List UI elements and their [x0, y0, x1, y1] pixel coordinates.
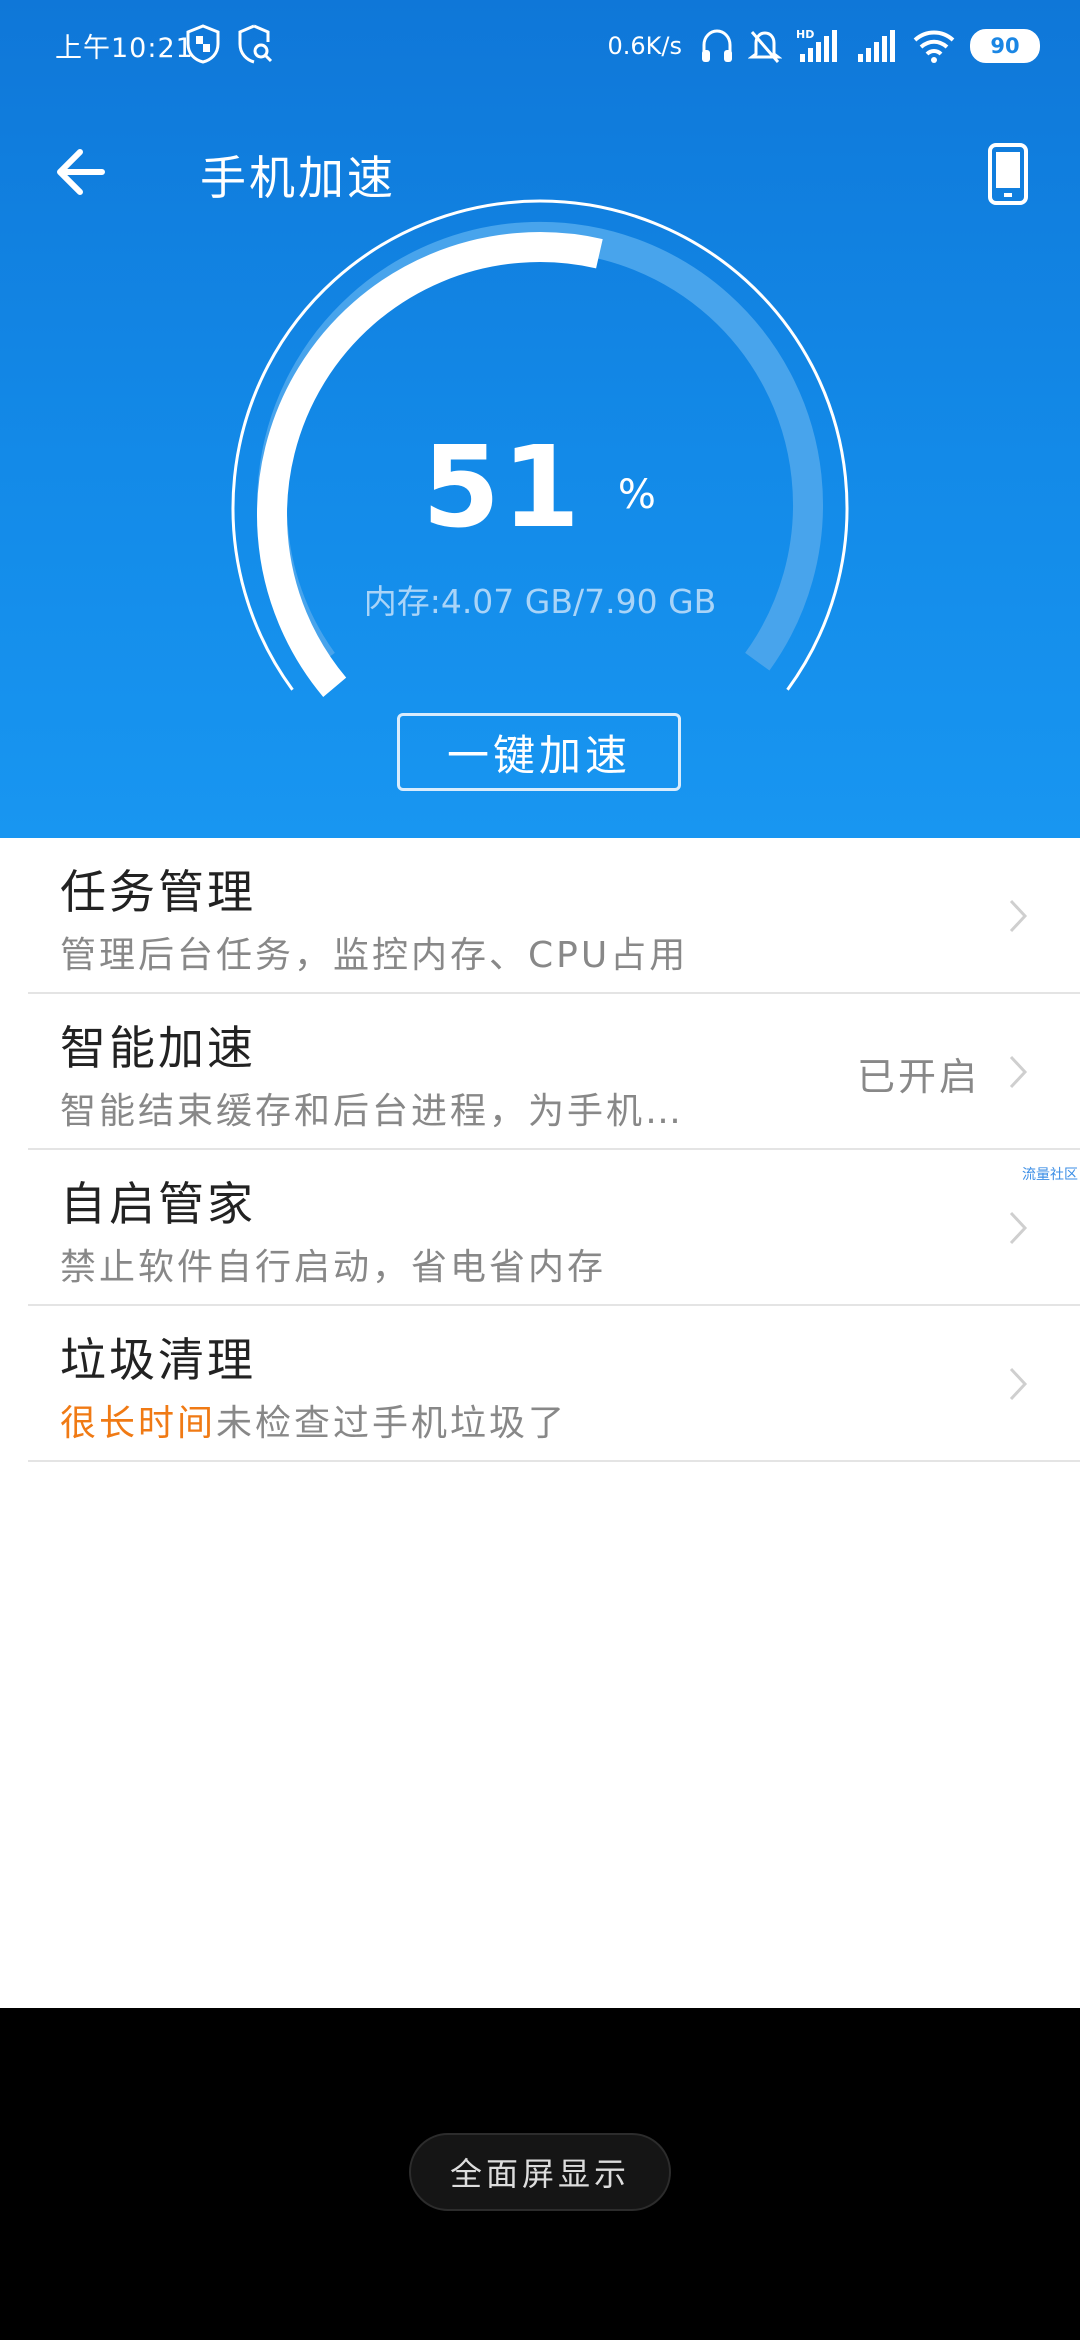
list-item-autostart-manager[interactable]: 自启管家 禁止软件自行启动，省电省内存: [28, 1150, 1080, 1306]
net-speed: 0.6K/s: [607, 32, 683, 60]
list-item-subtitle: 禁止软件自行启动，省电省内存: [60, 1247, 607, 1288]
list-item-title: 垃圾清理: [60, 1333, 256, 1387]
list-item-subtitle: 智能结束缓存和后台进程，为手机…: [60, 1091, 685, 1132]
shield-search-icon: [238, 24, 273, 64]
list-item-title: 智能加速: [60, 1021, 256, 1075]
list-item-junk-cleaner[interactable]: 垃圾清理 很长时间未检查过手机垃圾了: [28, 1306, 1080, 1462]
memory-gauge: 51% 内存:4.07 GB/7.90 GB: [220, 195, 860, 715]
bell-off-icon: [748, 31, 782, 63]
percent-value: 51: [422, 423, 582, 553]
back-arrow-icon[interactable]: [50, 142, 110, 202]
chevron-right-icon: [1009, 1367, 1028, 1401]
list-item-subtitle: 管理后台任务，监控内存、CPU占用: [60, 935, 689, 976]
memory-usage-text: 内存:4.07 GB/7.90 GB: [363, 582, 717, 621]
hd-signal-icon: HD: [796, 28, 837, 62]
fullscreen-button[interactable]: 全面屏显示: [409, 2133, 671, 2211]
svg-text:HD: HD: [796, 28, 814, 41]
header: 上午10:21 0.6K/s HD 90 手机加速 51 % 内存:4.07 G…: [0, 0, 1080, 838]
chevron-right-icon: [1009, 1211, 1028, 1245]
shield-icon: [186, 24, 220, 64]
feature-list: 任务管理 管理后台任务，监控内存、CPU占用 智能加速 智能结束缓存和后台进程，…: [0, 838, 1080, 1462]
list-item-title: 自启管家: [60, 1177, 256, 1231]
chevron-right-icon: [1009, 899, 1028, 933]
headphones-icon: [702, 29, 732, 62]
subtitle-rest: 未检查过手机垃圾了: [216, 1403, 568, 1444]
list-item-subtitle: 很长时间未检查过手机垃圾了: [60, 1394, 567, 1446]
percent-unit: %: [617, 472, 658, 518]
phone-icon[interactable]: [986, 142, 1030, 206]
signal-icon: [858, 30, 895, 62]
memory-percent: 51%: [220, 423, 860, 553]
list-item-smart-boost[interactable]: 智能加速 智能结束缓存和后台进程，为手机… 已开启: [28, 994, 1080, 1150]
watermark: 流量社区: [1022, 1167, 1078, 1183]
chevron-right-icon: [1009, 1055, 1028, 1089]
subtitle-warning: 很长时间: [60, 1403, 217, 1444]
status-right: 0.6K/s HD 90: [607, 24, 1040, 68]
boost-button[interactable]: 一键加速: [397, 713, 681, 791]
navigation-bar: 全面屏显示: [0, 2008, 1080, 2340]
battery-indicator: 90: [970, 29, 1040, 63]
list-item-status: 已开启: [856, 1055, 980, 1099]
list-item-title: 任务管理: [60, 865, 256, 919]
status-time: 上午10:21: [55, 33, 194, 64]
list-item-task-manager[interactable]: 任务管理 管理后台任务，监控内存、CPU占用: [28, 838, 1080, 994]
wifi-icon: [913, 30, 955, 63]
status-bar: 上午10:21 0.6K/s HD 90: [0, 0, 1080, 96]
